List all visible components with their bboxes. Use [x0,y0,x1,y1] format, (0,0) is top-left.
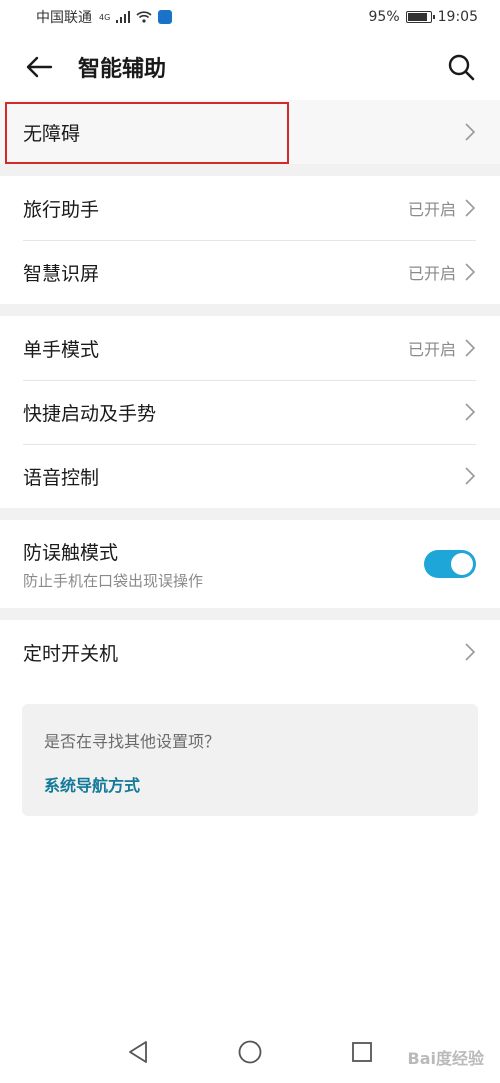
wifi-icon [136,11,152,23]
search-button[interactable] [444,50,478,84]
status-text: 已开启 [407,264,456,283]
system-navigation-link[interactable]: 系统导航方式 [44,772,140,796]
suggestion-question: 是否在寻找其他设置项？ [44,732,221,751]
pocket-mode-toggle[interactable] [424,550,476,578]
row-label: 防误触模式 [23,541,119,564]
row-label: 旅行助手 [23,198,100,221]
list-item-one-hand-mode[interactable]: 单手模式 已开启 [0,316,500,380]
app-bar: 智能辅助 [0,34,500,100]
nav-back-button[interactable] [122,1036,154,1068]
signal-icon [116,11,131,23]
settings-group-timer: 定时开关机 [0,620,500,684]
app-notification-icon [158,10,173,24]
list-item-smart-screen[interactable]: 智慧识屏 已开启 [0,240,500,304]
circle-home-icon [238,1040,262,1064]
settings-group-travel: 旅行助手 已开启 智慧识屏 已开启 [0,176,500,304]
section-divider [0,608,500,620]
list-item-voice-control[interactable]: 语音控制 [0,444,500,508]
settings-group-accessibility: 无障碍 [0,100,500,164]
clock: 19:05 [437,9,478,25]
back-button[interactable] [22,50,56,84]
list-item-pocket-mode[interactable]: 防误触模式 防止手机在口袋出现误操作 [0,520,500,608]
section-divider [0,508,500,520]
chevron-right-icon [464,338,476,358]
network-type: 4G [99,12,111,22]
search-icon [448,54,475,81]
list-item-shortcuts-gestures[interactable]: 快捷启动及手势 [0,380,500,444]
suggestion-card: 是否在寻找其他设置项？ 系统导航方式 [22,704,478,816]
settings-group-pocket-mode: 防误触模式 防止手机在口袋出现误操作 [0,520,500,608]
list-item-accessibility[interactable]: 无障碍 [0,100,500,164]
watermark: Bai度经验 [407,1049,484,1068]
nav-home-button[interactable] [234,1036,266,1068]
status-bar: 中国联通 4G 95% 19:05 [0,0,500,34]
page-title: 智能辅助 [78,57,167,82]
battery-percent: 95% [368,9,400,25]
row-label: 无障碍 [23,122,81,145]
square-recents-icon [352,1042,372,1062]
status-text: 已开启 [407,200,456,219]
row-label: 单手模式 [23,338,100,361]
row-label: 智慧识屏 [23,262,100,285]
list-item-travel-assistant[interactable]: 旅行助手 已开启 [0,176,500,240]
row-subtitle: 防止手机在口袋出现误操作 [23,571,204,590]
nav-recents-button[interactable] [346,1036,378,1068]
chevron-right-icon [464,642,476,662]
list-item-scheduled-power[interactable]: 定时开关机 [0,620,500,684]
row-label: 定时开关机 [23,642,119,665]
chevron-right-icon [464,402,476,422]
back-arrow-icon [26,56,53,78]
chevron-right-icon [464,262,476,282]
section-divider [0,164,500,176]
chevron-right-icon [464,466,476,486]
carrier-label: 中国联通 [36,10,92,26]
status-text: 已开启 [407,340,456,359]
chevron-right-icon [464,122,476,142]
chevron-right-icon [464,198,476,218]
section-divider [0,304,500,316]
toggle-knob [451,553,473,575]
battery-icon [405,11,435,23]
triangle-back-icon [129,1041,147,1063]
row-label: 语音控制 [23,466,100,489]
row-label: 快捷启动及手势 [23,402,157,425]
settings-group-modes: 单手模式 已开启 快捷启动及手势 语音控制 [0,316,500,508]
